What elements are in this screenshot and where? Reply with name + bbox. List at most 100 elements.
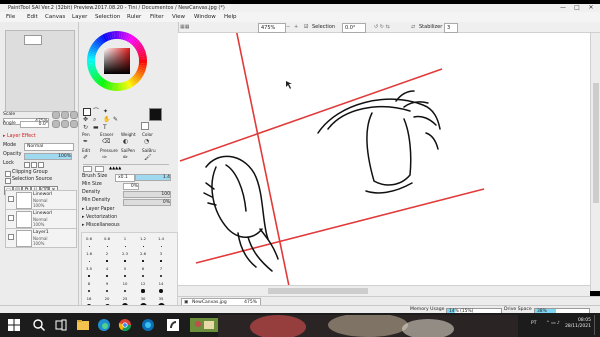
- brush-size-preset-label[interactable]: 2: [102, 252, 112, 256]
- brush-size-preset-label[interactable]: 2.3: [120, 252, 130, 256]
- selection-toggle-icon[interactable]: ☑: [304, 23, 308, 31]
- opacity-slider[interactable]: 100%: [24, 153, 72, 160]
- min-size-slider[interactable]: 0%: [123, 183, 139, 190]
- horizontal-scrollbar[interactable]: [178, 285, 590, 296]
- pressure-tool-icon[interactable]: ✑: [102, 155, 107, 161]
- zoom-out-icon[interactable]: −: [286, 23, 290, 31]
- brush-size-preset-dot[interactable]: [88, 245, 90, 247]
- brush-size-preset-label[interactable]: 20: [102, 297, 112, 301]
- brush-size-preset-dot[interactable]: [159, 274, 163, 278]
- rotate-right-button[interactable]: [61, 120, 69, 128]
- saipen-tool-icon[interactable]: ✏: [123, 155, 128, 161]
- brush-size-preset-label[interactable]: 30: [138, 297, 148, 301]
- edge-icon[interactable]: [97, 318, 111, 332]
- brush-size-preset-label[interactable]: 2.6: [138, 252, 148, 256]
- lock-checkbox-2[interactable]: [31, 162, 37, 168]
- layer-row[interactable]: Lineworl Normal 100%: [5, 190, 77, 210]
- brush-size-preset-label[interactable]: 1.6: [84, 252, 94, 256]
- brush-size-preset-label[interactable]: 5: [120, 267, 130, 271]
- brush-size-preset-label[interactable]: 16: [84, 297, 94, 301]
- photos-app-icon[interactable]: [190, 318, 218, 332]
- saibru-tool-icon[interactable]: 🖌: [144, 155, 152, 161]
- zoom-field[interactable]: 475%: [258, 23, 286, 33]
- zoom-fit-button[interactable]: [61, 111, 69, 119]
- menu-help[interactable]: Help: [224, 12, 237, 22]
- text-tool-icon[interactable]: T: [103, 124, 107, 131]
- brush-size-preset-dot[interactable]: [124, 245, 126, 247]
- brush-size-preset-label[interactable]: 0.6: [84, 237, 94, 241]
- flip-button[interactable]: [70, 120, 78, 128]
- brush-size-preset-dot[interactable]: [142, 260, 144, 262]
- menu-selection[interactable]: Selection: [95, 12, 120, 22]
- layer-row[interactable]: Lineworl Normal 100%: [5, 209, 77, 229]
- eyedropper-icon[interactable]: ✎: [113, 116, 118, 123]
- show-desktop-button[interactable]: [594, 315, 600, 335]
- brush-size-preset-label[interactable]: 10: [120, 282, 130, 286]
- lock-checkbox-3[interactable]: [38, 162, 44, 168]
- color-wheel[interactable]: [86, 30, 148, 92]
- brush-size-multiplier[interactable]: x0.1: [115, 174, 135, 182]
- menu-file[interactable]: File: [6, 12, 15, 22]
- brush-size-preset-dot[interactable]: [160, 260, 162, 262]
- brush-size-preset-dot[interactable]: [160, 245, 162, 247]
- magic-wand-icon[interactable]: ✦: [103, 108, 108, 115]
- eraser-tool-icon[interactable]: ⌫: [102, 139, 110, 145]
- clipping-group-checkbox[interactable]: [5, 171, 11, 177]
- brush-size-preset-dot[interactable]: [142, 245, 144, 247]
- vectorization-section[interactable]: ▸ Vectorization: [82, 215, 117, 221]
- menu-edit[interactable]: Edit: [27, 12, 38, 22]
- brush-shape-flat[interactable]: [95, 166, 104, 172]
- edit-tool-icon[interactable]: ✐: [83, 155, 88, 161]
- miscellaneous-section[interactable]: ▸ Miscellaneous: [82, 223, 120, 229]
- menu-window[interactable]: Window: [194, 12, 216, 22]
- brush-size-preset-label[interactable]: 4: [102, 267, 112, 271]
- zoom-in-button[interactable]: [70, 111, 78, 119]
- brush-size-preset-label[interactable]: 1.2: [138, 237, 148, 241]
- vertical-scroll-thumb[interactable]: [593, 83, 599, 203]
- brush-size-preset-dot[interactable]: [124, 275, 126, 277]
- windows-start-icon[interactable]: [7, 318, 21, 332]
- layer-paper-section[interactable]: ▸ Layer Paper: [82, 207, 114, 213]
- move-tool-icon[interactable]: ✥: [83, 116, 88, 123]
- brush-size-preset-label[interactable]: 25: [120, 297, 130, 301]
- rotation-field[interactable]: 0.0°: [342, 23, 366, 33]
- ruler-tool-icon[interactable]: ▬: [93, 124, 99, 131]
- min-density-slider[interactable]: 0%: [123, 199, 171, 206]
- brush-size-preset-label[interactable]: 1: [120, 237, 130, 241]
- paint-tool-sai-icon[interactable]: [166, 318, 180, 332]
- task-view-icon[interactable]: [54, 318, 68, 332]
- maximize-button[interactable]: □: [570, 4, 584, 12]
- stabilizer-select[interactable]: 3: [444, 23, 458, 33]
- brush-size-slider[interactable]: 1.4: [135, 174, 171, 181]
- brush-size-preset-dot[interactable]: [88, 275, 90, 277]
- rotate-icons[interactable]: ↺ ↻ ⇆: [374, 23, 390, 31]
- flip-icon[interactable]: ⇄: [411, 23, 415, 31]
- brush-size-preset-dot[interactable]: [105, 289, 109, 293]
- close-button[interactable]: ✕: [584, 4, 598, 12]
- input-language[interactable]: PT: [531, 321, 536, 327]
- selection-source-checkbox[interactable]: [5, 178, 11, 184]
- menu-filter[interactable]: Filter: [150, 12, 164, 22]
- minimize-button[interactable]: —: [556, 4, 570, 12]
- brush-size-preset-dot[interactable]: [106, 275, 108, 277]
- zoom-in-icon[interactable]: +: [294, 23, 298, 31]
- brush-size-preset-label[interactable]: 9: [102, 282, 112, 286]
- brush-size-preset-label[interactable]: 3: [156, 252, 166, 256]
- brush-size-preset-label[interactable]: 3.5: [84, 267, 94, 271]
- layer-visibility-icon[interactable]: [8, 234, 14, 240]
- brush-size-preset-dot[interactable]: [142, 275, 144, 277]
- layer-visibility-icon[interactable]: [8, 196, 14, 202]
- brush-size-preset-dot[interactable]: [87, 289, 91, 293]
- secondary-color-swatch[interactable]: [141, 122, 149, 130]
- drawing-canvas[interactable]: [178, 28, 600, 292]
- hand-tool-icon[interactable]: ✋: [103, 116, 110, 123]
- lock-checkbox-1[interactable]: [24, 162, 30, 168]
- zoom-reset-button[interactable]: [52, 111, 60, 119]
- selection-tool-icon[interactable]: [83, 108, 91, 116]
- rotate-tool-icon[interactable]: ↻: [83, 124, 88, 131]
- angle-slider[interactable]: 0.0°: [20, 121, 49, 128]
- lasso-tool-icon[interactable]: ⌒: [93, 108, 99, 115]
- brush-size-preset-dot[interactable]: [106, 245, 108, 247]
- menu-ruler[interactable]: Ruler: [127, 12, 141, 22]
- brush-size-preset-dot[interactable]: [88, 260, 90, 262]
